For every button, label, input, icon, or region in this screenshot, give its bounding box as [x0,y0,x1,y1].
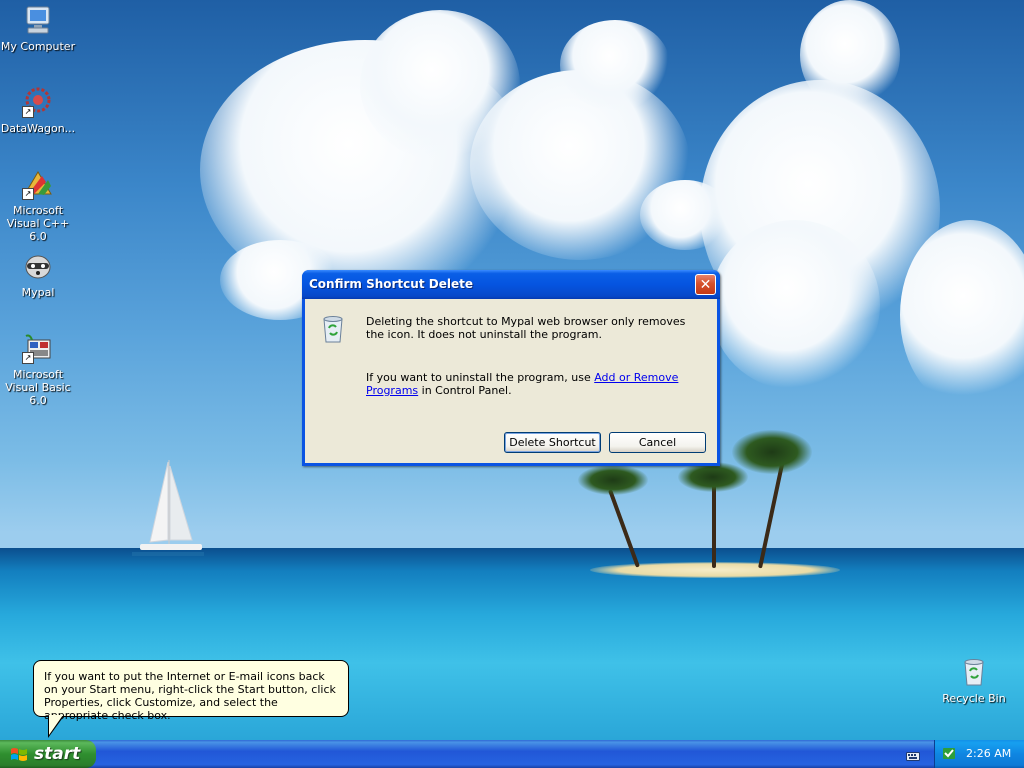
dialog-title: Confirm Shortcut Delete [309,277,473,291]
delete-shortcut-button[interactable]: Delete Shortcut [504,432,601,453]
shortcut-arrow-icon: ↗ [22,106,34,118]
desktop-icon-mypal[interactable]: Mypal [0,250,78,299]
balloon-tail [49,715,63,735]
cancel-button[interactable]: Cancel [609,432,706,453]
taskbar-clock[interactable]: 2:26 AM [966,747,1011,760]
dialog-titlebar[interactable]: Confirm Shortcut Delete ✕ [302,270,720,299]
desktop-icon-my-computer[interactable]: My Computer [0,4,78,53]
start-button[interactable]: start [0,740,96,768]
dialog-hint-text: If you want to uninstall the program, us… [366,371,595,384]
desktop-icon-visual-basic[interactable]: ↗ Microsoft Visual Basic 6.0 [0,332,78,407]
cloud [800,0,900,110]
desktop-icon-label: Mypal [21,286,55,299]
palm-crown [578,465,648,495]
cloud [710,220,880,390]
shortcut-arrow-icon: ↗ [22,188,34,200]
palm-tree [712,480,716,568]
notification-balloon[interactable]: If you want to put the Internet or E-mai… [33,660,349,722]
cloud [900,220,1024,410]
desktop-icon-recycle-bin[interactable]: Recycle Bin [934,656,1014,705]
desktop-icon-visual-cpp[interactable]: ↗ Microsoft Visual C++ 6.0 [0,168,78,243]
taskbar [0,740,1024,768]
datawagon-icon: ↗ [22,86,54,118]
balloon-text: If you want to put the Internet or E-mai… [44,670,336,722]
keyboard-icon[interactable] [906,747,920,761]
desktop-icon-label: Microsoft Visual C++ 6.0 [6,204,70,243]
desktop-icon-label: DataWagon... [0,122,76,135]
dialog-uninstall-hint: If you want to uninstall the program, us… [366,371,706,397]
windows-flag-icon [10,747,28,763]
palm-crown [678,462,748,492]
visual-cpp-icon: ↗ [22,168,54,200]
tray-status-icon[interactable] [941,745,957,761]
dialog-hint-text: in Control Panel. [418,384,512,397]
desktop-icon-label: My Computer [0,40,76,53]
palm-crown [732,430,812,474]
cloud [560,20,670,110]
dialog-message: Deleting the shortcut to Mypal web brows… [366,315,686,341]
desktop-icon-label: Recycle Bin [942,692,1006,705]
desktop-icon-label: Microsoft Visual Basic 6.0 [5,368,71,407]
start-label: start [34,744,81,764]
close-button[interactable]: ✕ [695,274,716,295]
visual-basic-icon: ↗ [22,332,54,364]
shortcut-arrow-icon: ↗ [22,352,34,364]
my-computer-icon [22,4,54,36]
recycle-bin-icon [958,656,990,688]
sailboat [130,460,205,560]
recycle-bin-icon [317,313,349,345]
mypal-icon [22,250,54,282]
cloud [640,180,730,250]
desktop-icon-datawagon[interactable]: ↗ DataWagon... [0,86,78,135]
